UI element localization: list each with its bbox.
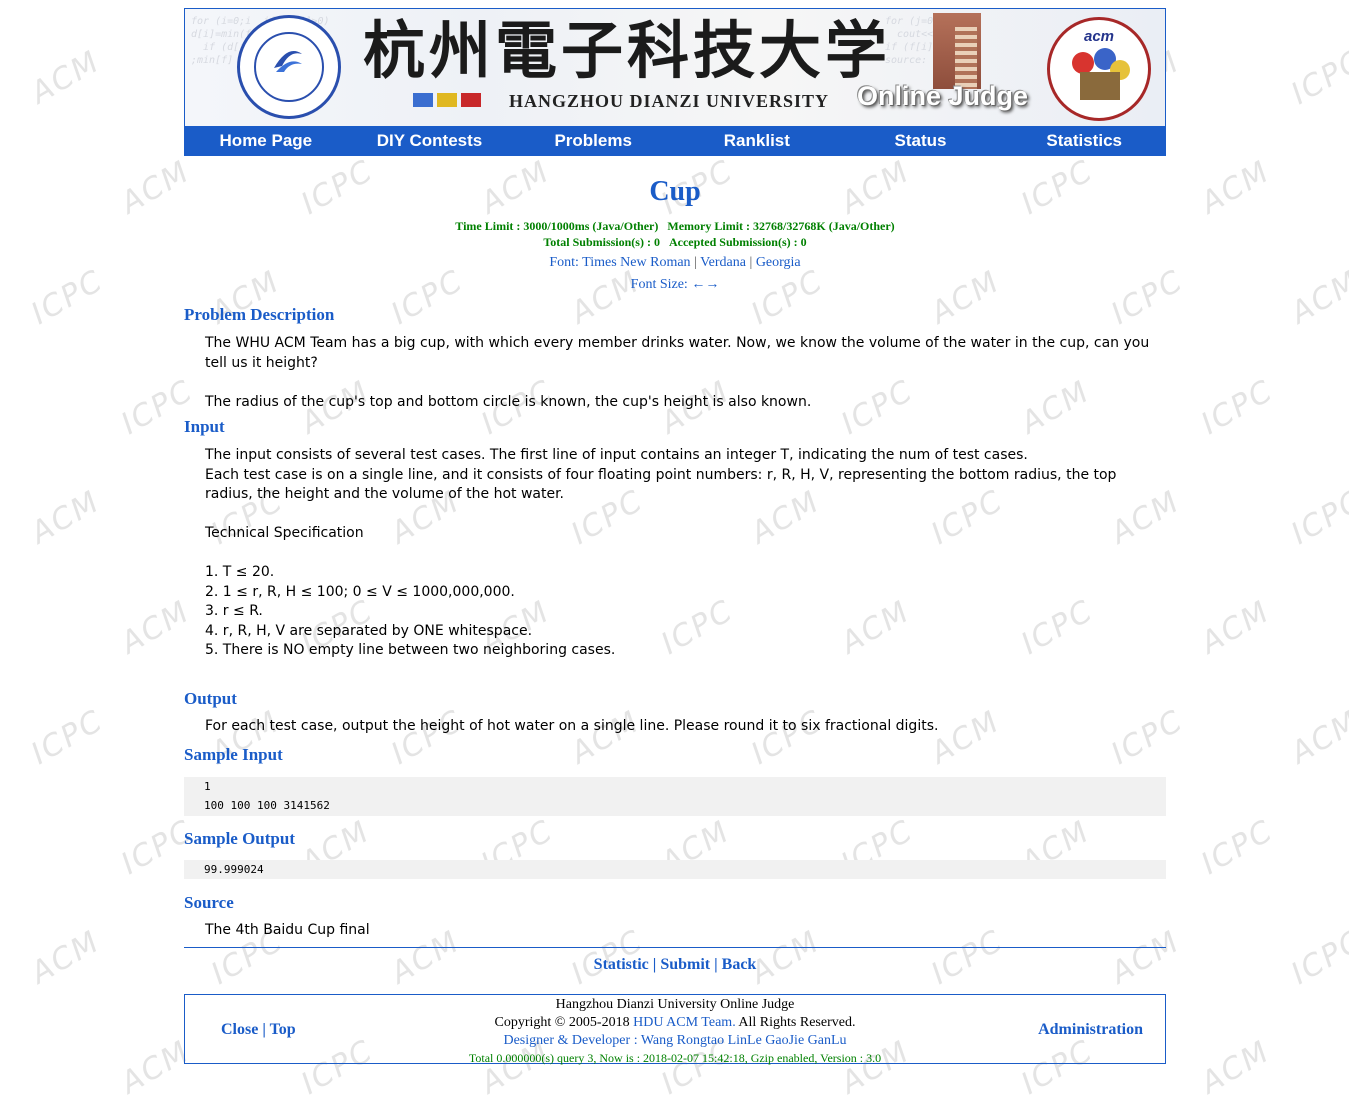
problem-limits: Time Limit : 3000/1000ms (Java/Other) Me… bbox=[184, 218, 1166, 250]
memory-limit: Memory Limit : 32768/32768K (Java/Other) bbox=[667, 219, 895, 233]
acm-icpc-logo: acm bbox=[1047, 17, 1151, 121]
watermark-text: ICPC bbox=[1285, 923, 1349, 992]
font-selector: Font: Times New Roman | Verdana | Georgi… bbox=[549, 255, 801, 270]
watermark-text: ICPC bbox=[1285, 43, 1349, 112]
font-option-georgia[interactable]: Georgia bbox=[756, 255, 801, 270]
online-judge-title: Online Judge bbox=[857, 81, 1029, 111]
nav-problems[interactable]: Problems bbox=[511, 126, 675, 156]
font-option-verdana[interactable]: Verdana bbox=[700, 255, 746, 270]
designer-names-link[interactable]: Wang Rongtao LinLe GaoJie GanLu bbox=[641, 1033, 847, 1048]
problem-title: Cup bbox=[649, 176, 701, 207]
footer-copyright: Copyright © 2005-2018 HDU ACM Team. All … bbox=[494, 1014, 856, 1030]
accepted-submissions: Accepted Submission(s) : 0 bbox=[668, 235, 807, 249]
statistic-link[interactable]: Statistic bbox=[594, 956, 649, 973]
watermark-text: ACM bbox=[1285, 264, 1349, 331]
nav-status[interactable]: Status bbox=[839, 126, 1003, 156]
footer-status-line: Total 0.000000(s) query 3, Now is : 2018… bbox=[468, 1050, 882, 1065]
watermark-text: ACM bbox=[1195, 154, 1277, 221]
watermark-text: ICPC bbox=[25, 263, 110, 332]
footer-info: Hangzhou Dianzi University Online Judge … bbox=[185, 996, 1165, 1066]
watermark-text: ICPC bbox=[25, 703, 110, 772]
watermark-text: ACM bbox=[25, 484, 107, 551]
footer-designers: Designer & Developer : Wang Rongtao LinL… bbox=[503, 1032, 847, 1048]
chinese-university-title: 杭州電子科技大学 bbox=[363, 14, 892, 87]
university-name: HANGZHOU DIANZI UNIVERSITY bbox=[509, 91, 830, 111]
sample-input-box: 1 100 100 100 3141562 bbox=[184, 776, 1166, 816]
total-submissions: Total Submission(s) : 0 bbox=[543, 235, 660, 249]
watermark-text: ACM bbox=[1195, 594, 1277, 661]
building-detail bbox=[955, 27, 977, 89]
nav-ranklist[interactable]: Ranklist bbox=[675, 126, 839, 156]
watermark-text: ACM bbox=[25, 44, 107, 111]
output-heading: Output bbox=[184, 689, 237, 708]
site-footer: Close | Top Hangzhou Dianzi University O… bbox=[184, 993, 1166, 1066]
watermark-text: ACM bbox=[1195, 1034, 1277, 1101]
output-body: For each test case, output the height of… bbox=[205, 718, 939, 734]
watermark-text: ICPC bbox=[1195, 373, 1280, 442]
nav-statistics[interactable]: Statistics bbox=[1002, 126, 1166, 156]
hdu-logo bbox=[237, 15, 341, 119]
watermark-text: ICPC bbox=[1285, 483, 1349, 552]
source-body: The 4th Baidu Cup final bbox=[205, 922, 370, 938]
problem-description-body: The WHU ACM Team has a big cup, with whi… bbox=[205, 335, 1150, 410]
time-limit: Time Limit : 3000/1000ms (Java/Other) bbox=[455, 219, 659, 233]
sample-input-heading: Sample Input bbox=[184, 744, 283, 764]
watermark-text: ACM bbox=[25, 924, 107, 991]
font-size-selector: Font Size: ←→ bbox=[630, 277, 720, 292]
input-heading: Input bbox=[184, 417, 225, 436]
nav-diy-contests[interactable]: DIY Contests bbox=[348, 126, 512, 156]
nav-home-page[interactable]: Home Page bbox=[184, 126, 348, 156]
font-option-times[interactable]: Times New Roman bbox=[582, 255, 690, 270]
source-heading: Source bbox=[184, 893, 234, 912]
hdu-acm-team-link[interactable]: HDU ACM Team. bbox=[633, 1015, 736, 1030]
back-link[interactable]: Back bbox=[722, 956, 757, 973]
sample-output-box: 99.999024 bbox=[184, 859, 1166, 879]
footer-site-name: Hangzhou Dianzi University Online Judge bbox=[555, 996, 795, 1012]
main-nav: Home Page DIY Contests Problems Ranklist… bbox=[184, 126, 1166, 156]
hdu-emblem-icon bbox=[274, 51, 302, 72]
page: for (i=0;i if (d[i]>0)d[i]=min(f[i] if (… bbox=[184, 8, 1166, 1066]
problem-description-heading: Problem Description bbox=[184, 305, 335, 324]
problem-actions: Statistic | Submit | Back bbox=[593, 955, 757, 973]
color-blocks bbox=[413, 93, 485, 112]
font-size-decrease-icon[interactable]: ← bbox=[691, 277, 705, 292]
font-size-increase-icon[interactable]: → bbox=[705, 277, 719, 292]
watermark-text: ICPC bbox=[1195, 813, 1280, 882]
content-divider bbox=[184, 946, 1166, 948]
sample-output-heading: Sample Output bbox=[184, 828, 295, 848]
watermark-text: ACM bbox=[1285, 704, 1349, 771]
input-body: The input consists of several test cases… bbox=[205, 447, 1117, 658]
submit-link[interactable]: Submit bbox=[660, 956, 710, 973]
site-banner: for (i=0;i if (d[i]>0)d[i]=min(f[i] if (… bbox=[184, 8, 1166, 126]
administration-link[interactable]: Administration bbox=[1038, 1021, 1143, 1039]
